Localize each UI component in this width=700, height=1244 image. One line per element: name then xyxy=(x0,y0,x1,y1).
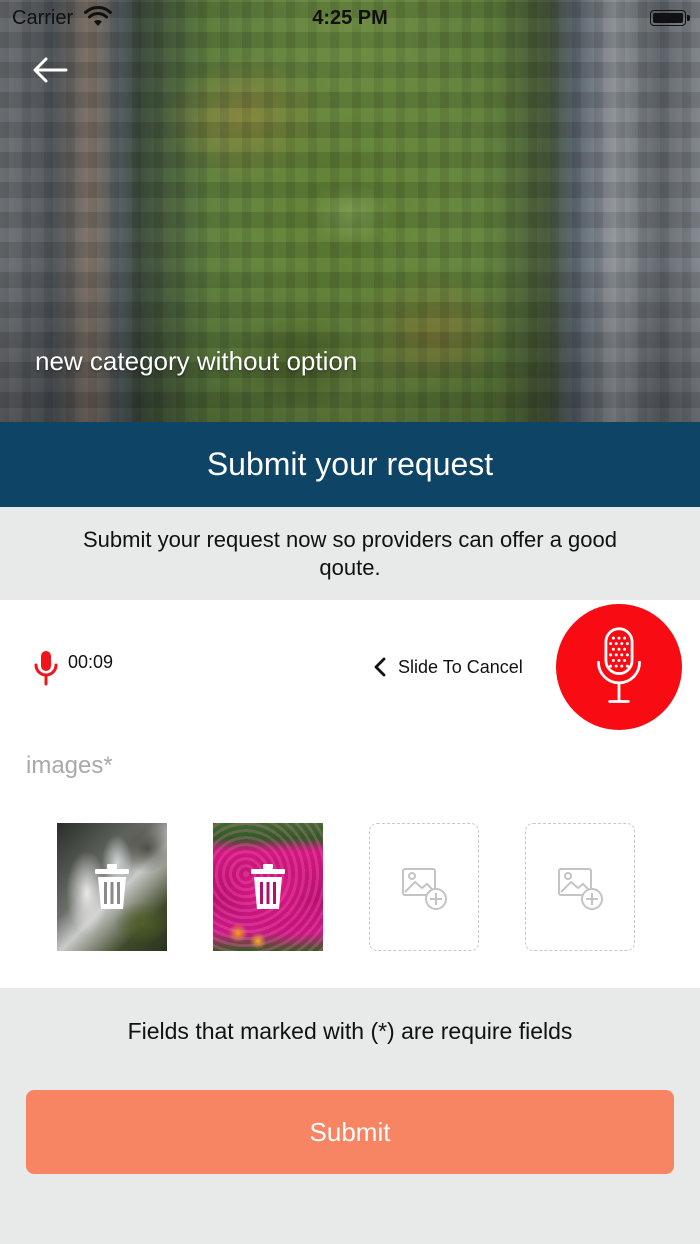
back-button[interactable] xyxy=(28,52,72,92)
required-fields-note: Fields that marked with (*) are require … xyxy=(127,1018,573,1044)
images-label: images* xyxy=(26,752,113,779)
add-image-icon xyxy=(558,868,603,910)
add-image-slot[interactable] xyxy=(369,823,479,951)
battery-icon xyxy=(650,10,690,26)
submit-button[interactable]: Submit xyxy=(26,1090,674,1174)
page-title: Submit your request xyxy=(206,446,494,482)
microphone-icon xyxy=(34,651,58,686)
chevron-left-icon xyxy=(374,657,386,677)
recording-timer: 00:09 xyxy=(68,652,114,672)
add-image-icon xyxy=(402,868,447,910)
slide-to-cancel-label: Slide To Cancel xyxy=(398,656,523,677)
status-bar: Carrier 4:25 PM xyxy=(0,0,700,36)
status-time: 4:25 PM xyxy=(312,7,388,29)
add-image-slot[interactable] xyxy=(525,823,635,951)
image-thumbnail xyxy=(213,823,323,951)
intro-text: Submit your request now so providers can… xyxy=(0,507,700,600)
arrow-left-icon xyxy=(33,57,68,83)
image-thumbnail xyxy=(57,823,167,951)
trash-icon[interactable] xyxy=(92,863,132,911)
microphone-icon xyxy=(597,627,641,703)
trash-icon[interactable] xyxy=(248,863,288,911)
page-header: Submit your request xyxy=(0,422,700,507)
request-form-card: 00:09 Slide To Cancel images* xyxy=(0,600,700,988)
category-title: new category without option xyxy=(35,346,358,376)
slide-to-cancel[interactable]: Slide To Cancel xyxy=(372,656,523,678)
record-button[interactable] xyxy=(556,604,682,730)
